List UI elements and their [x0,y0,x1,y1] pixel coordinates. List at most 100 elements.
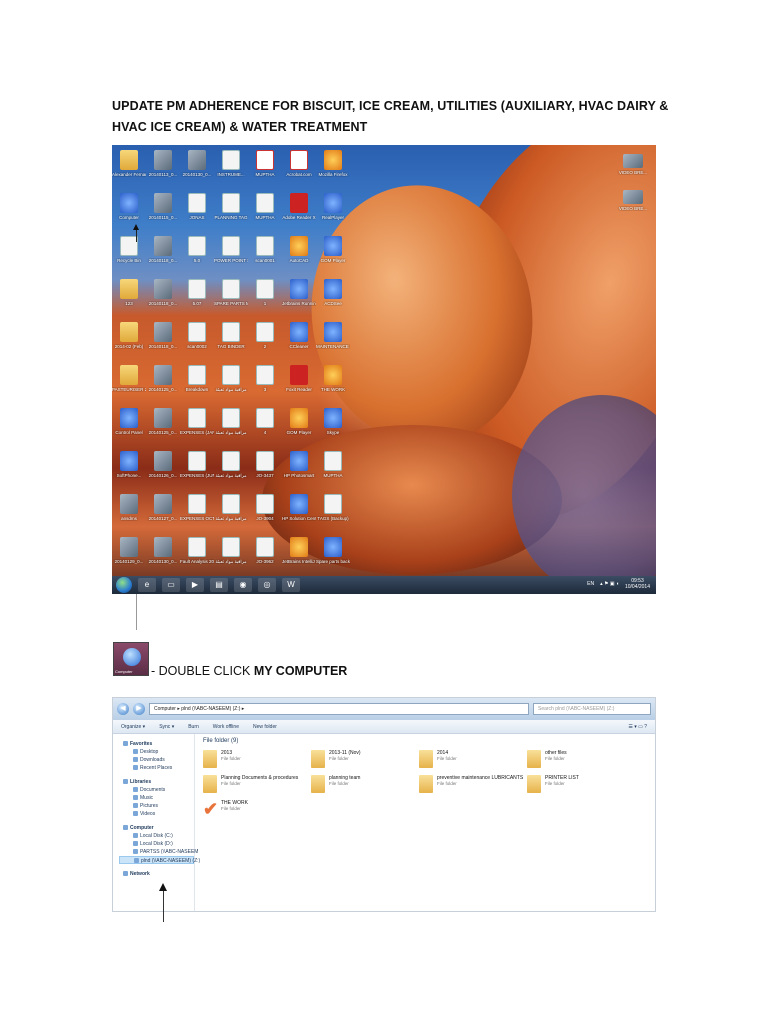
nav-item[interactable]: Local Disk (C:) [119,832,194,840]
folder-item[interactable]: planning team File folder [311,775,419,800]
media-taskbar-icon[interactable]: ▶ [186,578,204,592]
clock[interactable]: 09:53 10/04/2014 [625,578,650,590]
nav-item[interactable]: Music [119,794,194,802]
desktop-icon[interactable]: SPARE PARTS MKDB [214,276,248,319]
folder-item[interactable]: 2014 File folder [419,750,527,775]
desktop-icon[interactable]: TAG BINDER [214,319,248,362]
view-options-icon[interactable]: ☰ ▾ ▭ ? [628,724,647,730]
toolbar-button[interactable]: Work offline [213,724,239,730]
folder-item[interactable]: ✔ THE WORK File folder [203,800,311,825]
desktop-icon[interactable]: GOM Player [316,233,350,276]
nav-item[interactable]: Favorites [119,740,194,748]
desktop-icon[interactable]: EXPENSES (JUNE-DE... [180,448,214,491]
toolbar-button[interactable]: Burn [188,724,199,730]
app-taskbar-icon[interactable]: ▤ [210,578,228,592]
nav-item[interactable]: Network [119,870,194,878]
address-field[interactable]: Computer ▸ plnd (\\ABC-NASEEM) (Z:) ▸ [149,703,529,715]
desktop-icon[interactable]: مراقبة مواد تعبئة [214,491,248,534]
desktop-icon[interactable]: 4 [248,405,282,448]
desktop-icon[interactable]: 20140115_0... [146,190,180,233]
back-button[interactable]: ◀ [117,703,129,715]
desktop-icon[interactable]: مراقبة مواد تعبئة [214,534,248,577]
desktop-icon[interactable]: Mozilla Firefox [316,147,350,190]
desktop-icon[interactable]: 20140129_0... [112,534,146,577]
desktop-icon[interactable]: TAGS (Backup) [316,491,350,534]
desktop-icon[interactable]: JONAS [180,190,214,233]
desktop-icon[interactable]: مراقبة مواد تعبئة [214,362,248,405]
toolbar-button[interactable]: New folder [253,724,277,730]
desktop-icon[interactable]: VIDEO BRE... [616,151,650,175]
desktop-icon[interactable]: Jetbrains Running... [282,276,316,319]
desktop-icon[interactable]: RealPlayer [316,190,350,233]
nav-item[interactable]: Local Disk (D:) [119,840,194,848]
desktop-icon[interactable]: Foxit Reader [282,362,316,405]
desktop-icon[interactable]: POWER POINT SC... [214,233,248,276]
desktop-icon[interactable]: JO-3437 [248,448,282,491]
desktop-icon[interactable]: 2 [248,319,282,362]
desktop-icon[interactable]: EXPENSES OCT-DE... [180,491,214,534]
nav-item[interactable]: Videos [119,810,194,818]
desktop-icon[interactable]: PLANNING TAG [214,190,248,233]
nav-item[interactable]: Desktop [119,748,194,756]
desktop-icon[interactable]: JO-3962 [248,534,282,577]
desktop-icon[interactable]: HP Solution Center [282,491,316,534]
desktop-icon[interactable]: 2014-02 (Feb) [112,319,146,362]
desktop-icon[interactable]: 3 [248,362,282,405]
nav-item[interactable]: PARTSS (\\ABC-NASEEM [119,848,198,856]
word-taskbar-icon[interactable]: W [282,578,300,592]
desktop-icon[interactable]: ansdms [112,491,146,534]
desktop-icon[interactable]: 20140130_0... [146,534,180,577]
desktop-icon[interactable]: HP Photosmart [282,448,316,491]
nav-item[interactable]: Pictures [119,802,194,810]
nav-item[interactable]: Recent Places [119,764,194,772]
desktop-icon[interactable]: Alexander Fernandez [112,147,146,190]
desktop-icon[interactable]: scan0001 [248,233,282,276]
desktop-icon[interactable]: 5.0 [180,233,214,276]
desktop-icon[interactable]: JetBrains IntelliJ Edition [282,534,316,577]
tray-icons[interactable]: ▴ ⚑ ▣ ◖ [600,581,619,587]
desktop-icon[interactable]: Recycle Bin [112,233,146,276]
chrome-taskbar-icon[interactable]: ◎ [258,578,276,592]
explorer-taskbar-icon[interactable]: ▭ [162,578,180,592]
folder-item[interactable]: 2013 File folder [203,750,311,775]
desktop-icon[interactable]: مراقبة مواد تعبئة [214,405,248,448]
desktop-icon[interactable]: VIDEO BRE... [616,187,650,211]
desktop-icon[interactable]: 20140118_0... [146,233,180,276]
desktop-icon[interactable]: 123 [112,276,146,319]
desktop-icon[interactable]: 20140127_0... [146,491,180,534]
folder-item[interactable]: Planning Documents & procedures File fold… [203,775,311,800]
desktop-icon[interactable]: 1 [248,276,282,319]
desktop-icon[interactable]: Control Panel [112,405,146,448]
desktop-icon[interactable]: 20140130_0... [180,147,214,190]
desktop-icon[interactable]: CCleaner [282,319,316,362]
group-header[interactable]: File folder (9) [203,738,647,744]
nav-item[interactable]: Computer [119,824,194,832]
desktop-icon[interactable]: 20140113_0... [146,147,180,190]
desktop-icon[interactable]: MUPTHA [248,190,282,233]
desktop-icon[interactable]: 20140118_0... [146,319,180,362]
desktop-icon[interactable]: 20140125_0... [146,362,180,405]
folder-item[interactable]: other files File folder [527,750,635,775]
desktop-icon[interactable]: ACDSee [316,276,350,319]
nav-item[interactable]: plnd (\\ABC-NASEEM) (Z:) [119,856,200,864]
desktop-icon[interactable]: AutoCAD [282,233,316,276]
firefox-taskbar-icon[interactable]: ◉ [234,578,252,592]
nav-item[interactable]: Documents [119,786,194,794]
desktop-icon[interactable]: Skype [316,405,350,448]
desktop-icon[interactable]: EXPENSES (JANUARY... [180,405,214,448]
folder-item[interactable]: PRINTER LIST File folder [527,775,635,800]
desktop-icon[interactable]: Acrobat.com [282,147,316,190]
nav-item[interactable]: Downloads [119,756,194,764]
desktop-icon[interactable]: 20140126_0... [146,448,180,491]
desktop-icon[interactable]: MUPTHA [316,448,350,491]
toolbar-button[interactable]: Sync ▾ [159,724,174,730]
desktop-icon[interactable]: 5.07 [180,276,214,319]
folder-item[interactable]: 2013-11 (Nov) File folder [311,750,419,775]
desktop-icon[interactable]: Spare parts backup [316,534,350,577]
desktop-icon[interactable]: scan0002 [180,319,214,362]
desktop-icon[interactable]: مراقبة مواد تعبئة [214,448,248,491]
desktop-icon[interactable]: SoftPhone... [112,448,146,491]
desktop-icon[interactable]: Adobe Reader X [282,190,316,233]
desktop-icon[interactable]: INSTRUME... [214,147,248,190]
desktop-icon[interactable]: JO-3904 [248,491,282,534]
